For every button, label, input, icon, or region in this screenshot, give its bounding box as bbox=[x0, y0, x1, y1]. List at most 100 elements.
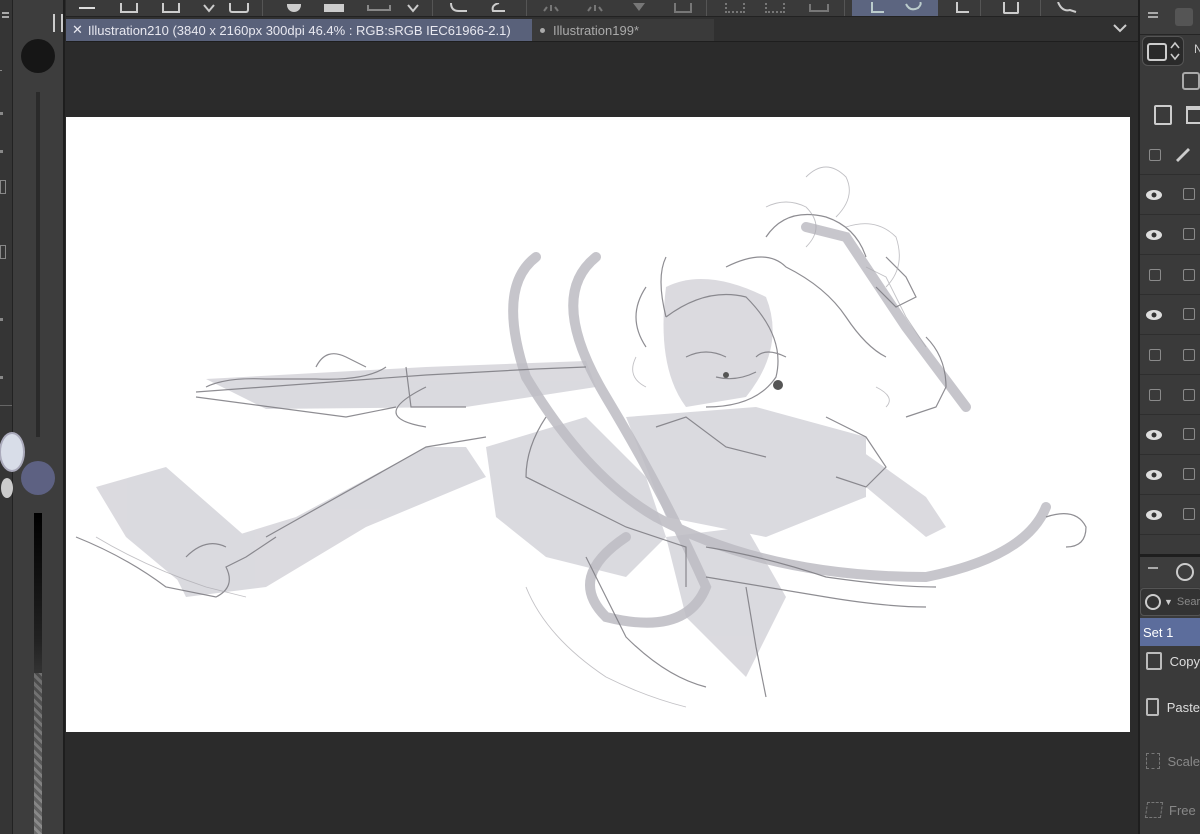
layer-visibility-checkbox[interactable] bbox=[1149, 269, 1161, 281]
layers-icon[interactable] bbox=[1175, 8, 1193, 26]
layer-row[interactable] bbox=[1140, 134, 1200, 175]
layer-checkbox[interactable] bbox=[1183, 269, 1195, 281]
separator bbox=[432, 0, 433, 16]
panel-menu-icon[interactable] bbox=[1148, 567, 1158, 569]
fill-selection-icon[interactable] bbox=[626, 0, 652, 16]
new-file-icon[interactable] bbox=[118, 0, 140, 16]
main-color-swatch[interactable] bbox=[0, 432, 25, 472]
eye-icon[interactable] bbox=[1145, 308, 1163, 320]
tick-mark bbox=[0, 318, 3, 321]
chevron-down-icon[interactable] bbox=[198, 0, 220, 16]
layer-row[interactable] bbox=[1140, 494, 1200, 535]
tool-icon bbox=[0, 245, 6, 259]
fill-icon[interactable] bbox=[366, 0, 392, 16]
eye-icon[interactable] bbox=[1145, 428, 1163, 440]
undo-icon[interactable] bbox=[446, 0, 472, 16]
layer-row[interactable] bbox=[1140, 454, 1200, 495]
sub-color-swatch[interactable] bbox=[21, 461, 55, 495]
layer-row[interactable] bbox=[1140, 374, 1200, 415]
ruler-snap-toggle[interactable] bbox=[852, 0, 938, 16]
grip-icon[interactable] bbox=[53, 14, 63, 32]
chevron-down-icon[interactable] bbox=[402, 0, 424, 16]
tab-illustration199[interactable]: Illustration199* bbox=[532, 19, 714, 41]
menu-icon[interactable] bbox=[76, 0, 98, 16]
copy-action[interactable]: Copy bbox=[1142, 646, 1200, 676]
eye-icon[interactable] bbox=[1145, 468, 1163, 480]
tab-illustration210[interactable]: ✕ Illustration210 (3840 x 2160px 300dpi … bbox=[66, 19, 532, 41]
paste-action[interactable]: Paste bbox=[1142, 692, 1200, 722]
layer-checkbox[interactable] bbox=[1183, 188, 1195, 200]
layer-row[interactable] bbox=[1140, 214, 1200, 255]
blend-mode-select[interactable] bbox=[1142, 36, 1184, 66]
tab-label: Illustration210 (3840 x 2160px 300dpi 46… bbox=[87, 22, 511, 38]
scale-action[interactable]: Scale bbox=[1142, 746, 1200, 776]
add-layer-icon[interactable] bbox=[281, 0, 307, 16]
layer-visibility-checkbox[interactable] bbox=[1149, 389, 1161, 401]
panel-partial-label: N bbox=[1194, 42, 1200, 56]
deselect-icon[interactable] bbox=[722, 0, 748, 16]
opacity-slider[interactable] bbox=[36, 92, 40, 437]
document-tab-bar: ✕ Illustration210 (3840 x 2160px 300dpi … bbox=[66, 17, 1138, 42]
layer-visibility-checkbox[interactable] bbox=[1149, 349, 1161, 361]
unsaved-dot-icon bbox=[540, 27, 545, 33]
layer-row[interactable] bbox=[1140, 174, 1200, 215]
auto-action-icon[interactable] bbox=[1176, 563, 1194, 581]
separator bbox=[980, 0, 981, 16]
drawing-canvas[interactable] bbox=[66, 117, 1130, 732]
layer-row[interactable] bbox=[1140, 334, 1200, 375]
panel-menu-icon-line bbox=[1148, 16, 1158, 18]
layer-checkbox[interactable] bbox=[1183, 349, 1195, 361]
eye-icon[interactable] bbox=[1145, 188, 1163, 200]
perspective-ruler-icon[interactable] bbox=[946, 0, 976, 16]
separator bbox=[844, 0, 845, 16]
search-placeholder: Sear bbox=[1176, 596, 1200, 608]
layer-checkbox[interactable] bbox=[1183, 389, 1195, 401]
layer-lock-checkbox[interactable] bbox=[1149, 149, 1161, 161]
action-search-field[interactable]: ▼ Sear bbox=[1140, 588, 1200, 616]
separator bbox=[526, 0, 527, 16]
redo-icon[interactable] bbox=[484, 0, 510, 16]
scale-icon bbox=[1146, 753, 1161, 769]
color-toggle-icon[interactable] bbox=[1, 478, 13, 498]
brush-density-slider[interactable] bbox=[34, 513, 42, 834]
transform-icon[interactable] bbox=[582, 0, 608, 16]
folder-icon[interactable] bbox=[321, 0, 347, 16]
close-icon[interactable]: ✕ bbox=[72, 22, 83, 38]
tab-list-chevron-icon[interactable] bbox=[1112, 21, 1128, 39]
eye-icon[interactable] bbox=[1145, 508, 1163, 520]
chat-icon[interactable] bbox=[1052, 0, 1082, 16]
reference-layer-icon[interactable] bbox=[1182, 72, 1200, 90]
separator bbox=[706, 0, 707, 16]
free-label: Free bbox=[1169, 802, 1196, 818]
loading-icon[interactable] bbox=[538, 0, 564, 16]
separator bbox=[1040, 0, 1041, 16]
layer-checkbox[interactable] bbox=[1183, 428, 1195, 440]
search-icon bbox=[1145, 594, 1161, 610]
command-bar bbox=[66, 0, 1138, 17]
brush-size-panel bbox=[0, 0, 65, 834]
layer-row[interactable] bbox=[1140, 414, 1200, 455]
panel-menu-icon[interactable] bbox=[1148, 12, 1158, 14]
layer-checkbox[interactable] bbox=[1183, 228, 1195, 240]
invert-selection-icon[interactable] bbox=[762, 0, 788, 16]
open-file-icon[interactable] bbox=[160, 0, 182, 16]
pen-icon bbox=[1174, 144, 1192, 167]
selection-border-icon[interactable] bbox=[806, 0, 832, 16]
sketch-artwork bbox=[75, 166, 1087, 708]
copy-icon bbox=[1146, 652, 1162, 670]
new-layer-icon[interactable] bbox=[1154, 105, 1172, 125]
layer-checkbox[interactable] bbox=[1183, 508, 1195, 520]
layer-checkbox[interactable] bbox=[1183, 308, 1195, 320]
eye-icon[interactable] bbox=[1145, 228, 1163, 240]
smartphone-icon[interactable] bbox=[996, 0, 1026, 16]
free-transform-action[interactable]: Free bbox=[1142, 795, 1200, 825]
action-set-selector[interactable]: Set 1 bbox=[1140, 618, 1200, 646]
crop-icon[interactable] bbox=[670, 0, 696, 16]
menu-icon[interactable] bbox=[2, 12, 9, 14]
layer-checkbox[interactable] bbox=[1183, 468, 1195, 480]
chevron-updown-icon bbox=[1170, 41, 1180, 66]
layer-row[interactable] bbox=[1140, 254, 1200, 295]
save-icon[interactable] bbox=[228, 0, 250, 16]
new-folder-icon[interactable] bbox=[1186, 106, 1200, 124]
layer-row[interactable] bbox=[1140, 294, 1200, 335]
